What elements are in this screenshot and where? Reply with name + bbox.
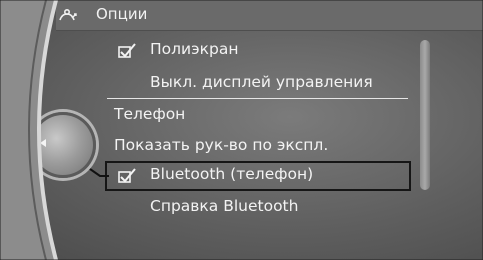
menu-item-label: Полиэкран [150,40,239,58]
menu-item-label: Показать рук-во по экспл. [114,136,329,154]
menu-item-label: Справка Bluetooth [150,197,299,215]
menu-item-control-display-off[interactable]: Выкл. дисплей управления [107,71,407,97]
scrollbar[interactable] [420,40,430,190]
menu-item-label: Выкл. дисплей управления [150,73,373,91]
menu-item-label: Bluetooth (телефон) [150,165,314,183]
checkbox-checked-icon [118,168,136,183]
menu-item-show-manual[interactable]: Показать рук-во по экспл. [107,134,407,160]
menu-item-bluetooth-phone[interactable]: Bluetooth (телефон) [105,161,411,191]
menu-item-label: Телефон [114,105,186,123]
options-icon [59,8,77,21]
menu-separator [107,98,408,99]
idrive-options-screen: Опции Полиэкран Выкл. дисплей управления… [0,0,483,260]
checkbox-checked-icon [118,43,136,58]
menu-item-bluetooth-help[interactable]: Справка Bluetooth [107,195,407,221]
header-title: Опции [96,5,148,23]
menu-item-phone[interactable]: Телефон [107,103,407,129]
menu-item-fullscreen[interactable]: Полиэкран [107,38,407,64]
left-arrow-icon[interactable] [40,139,46,147]
